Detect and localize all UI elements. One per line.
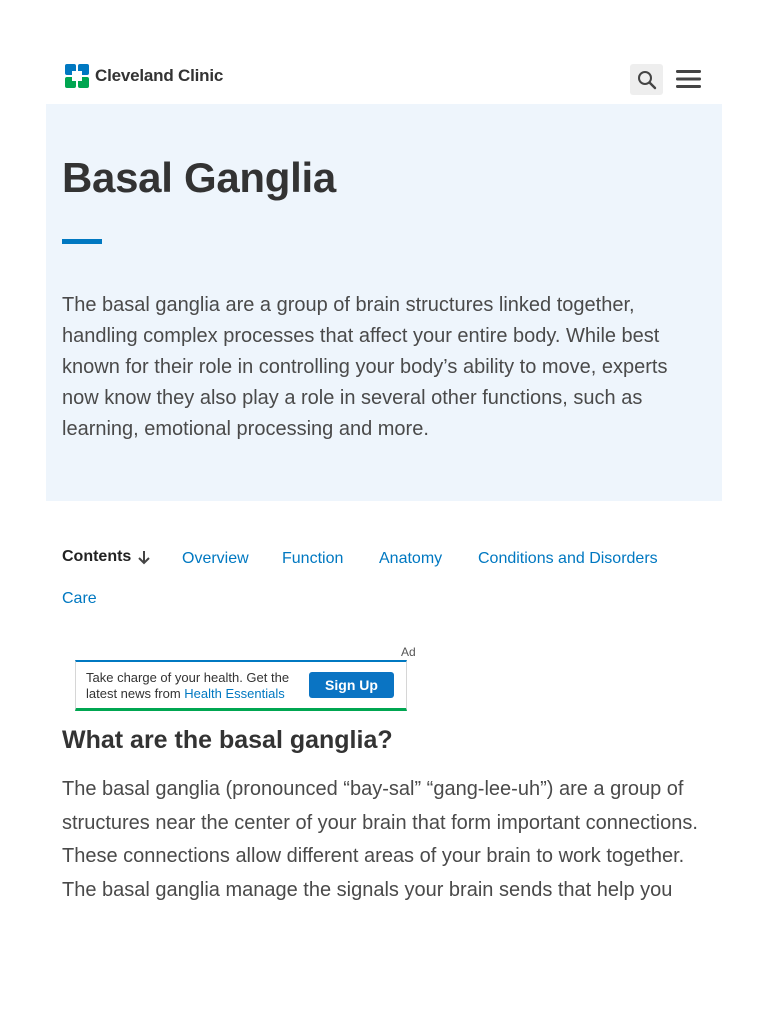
logo-text: Cleveland Clinic <box>95 66 224 85</box>
nav-link-conditions-and-disorders[interactable]: Conditions and Disorders <box>478 550 658 568</box>
ad-label: Ad <box>401 645 416 659</box>
hero-intro: The basal ganglia are a group of brain s… <box>62 294 668 440</box>
cleveland-clinic-logo-icon <box>65 64 89 88</box>
contents-label: Contents <box>62 548 132 565</box>
nav-link-function[interactable]: Function <box>282 550 343 568</box>
ad-banner[interactable]: Take charge of your health. Get the late… <box>75 660 407 711</box>
nav-link-overview[interactable]: Overview <box>182 550 249 568</box>
arrow-down-icon <box>138 551 151 565</box>
hamburger-menu-icon <box>675 70 701 88</box>
contents-toggle[interactable]: Contents <box>62 548 151 566</box>
nav-link-anatomy[interactable]: Anatomy <box>379 550 442 568</box>
hero-section: Basal Ganglia The basal ganglia are a gr… <box>46 104 722 501</box>
search-icon <box>637 70 656 89</box>
search-button[interactable] <box>630 64 663 95</box>
sign-up-button[interactable]: Sign Up <box>309 672 394 698</box>
section-paragraph: The basal ganglia (pronounced “bay-sal” … <box>62 778 698 901</box>
menu-button[interactable] <box>675 68 701 90</box>
health-essentials-link[interactable]: Health Essentials <box>184 686 284 701</box>
cleveland-clinic-logo[interactable]: Cleveland Clinic <box>65 64 223 88</box>
page-title: Basal Ganglia <box>62 154 336 201</box>
section-heading: What are the basal ganglia? <box>62 726 393 754</box>
nav-link-care[interactable]: Care <box>62 590 97 608</box>
title-accent-rule <box>62 239 102 244</box>
ad-text: Take charge of your health. Get the late… <box>86 670 306 702</box>
site-header: Cleveland Clinic <box>0 0 768 104</box>
